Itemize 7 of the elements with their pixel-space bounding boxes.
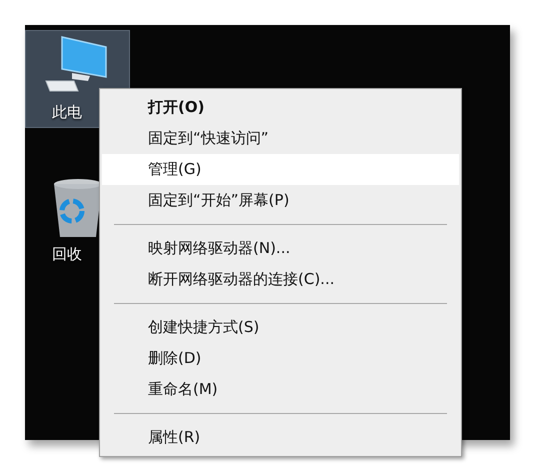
menu-item[interactable]: 创建快捷方式(S) xyxy=(102,312,459,343)
icon-label: 此电 xyxy=(51,102,82,123)
menu-item[interactable]: 删除(D) xyxy=(102,343,459,374)
menu-item[interactable]: 管理(G) xyxy=(102,154,459,185)
menu-item[interactable]: 重命名(M) xyxy=(102,374,459,405)
menu-item[interactable]: 属性(R) xyxy=(102,422,459,453)
icon-label: 回收 xyxy=(51,244,82,265)
